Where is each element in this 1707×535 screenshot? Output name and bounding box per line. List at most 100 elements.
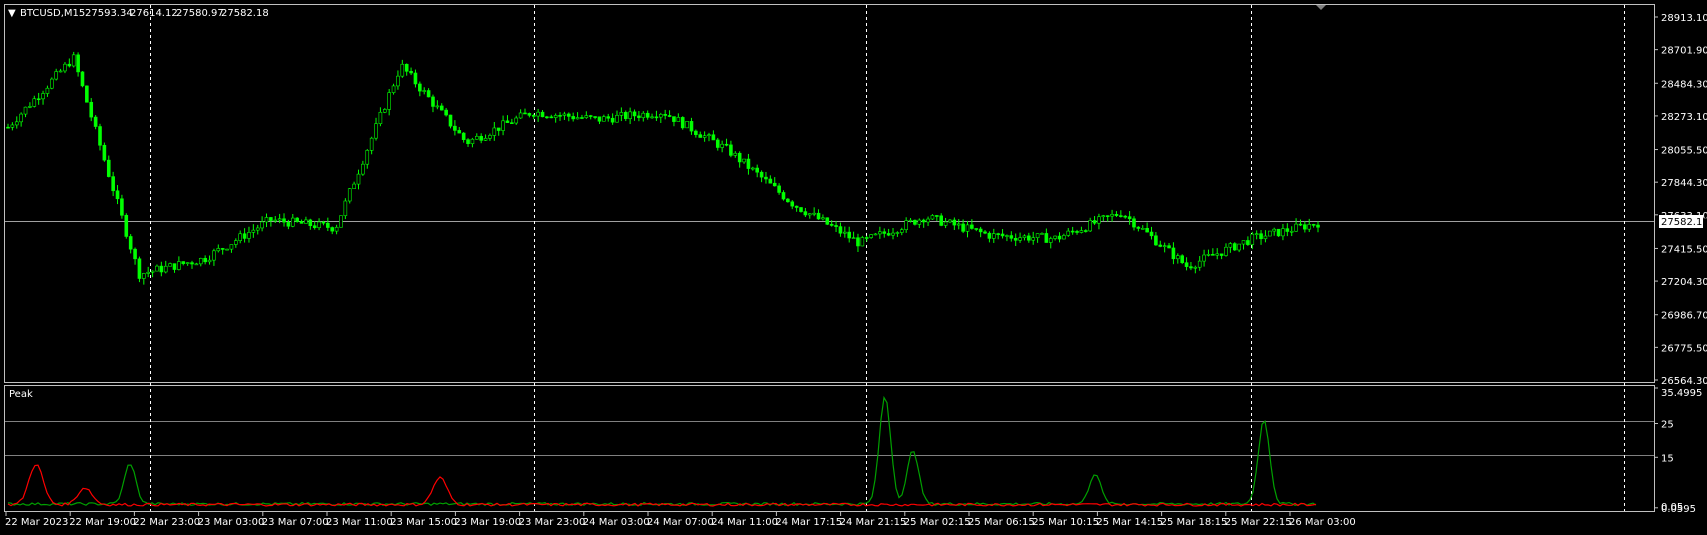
candle-body [273, 219, 278, 222]
candle-body [1259, 233, 1263, 240]
candle-body [382, 109, 387, 113]
candle-body [545, 116, 549, 119]
candle-body [457, 130, 462, 134]
candle-body [948, 219, 952, 223]
candle-body [610, 117, 615, 123]
candle-body [1162, 245, 1167, 247]
candle-body [1241, 240, 1246, 245]
candle-body [1232, 243, 1237, 251]
candle-body [98, 126, 102, 146]
candle-body [67, 63, 72, 67]
candle-body [177, 261, 181, 270]
candle-body [856, 237, 860, 247]
candle-body [961, 223, 965, 232]
candle-body [978, 228, 983, 233]
candle-body [299, 221, 304, 224]
candle-body [426, 90, 431, 98]
candle-body [878, 231, 882, 235]
candle-body [356, 173, 361, 185]
time-tick-label: 23 Mar 07:00 [262, 517, 329, 528]
candle-body [1005, 235, 1009, 237]
candle-body [120, 198, 124, 216]
candle-body [1303, 224, 1307, 230]
candle-body [597, 116, 602, 122]
candle-body [19, 113, 23, 123]
candle-body [277, 218, 282, 221]
candle-body [1246, 240, 1250, 245]
candle-body [251, 229, 256, 233]
time-tick-label: 24 Mar 03:00 [583, 517, 650, 528]
candle-body [755, 167, 759, 173]
symbol-label: BTCUSD,M15 [20, 8, 85, 19]
candle-body [584, 115, 589, 118]
candle-body [146, 271, 151, 274]
candle-body [672, 116, 676, 122]
candle-body [729, 144, 733, 156]
candle-body [991, 233, 996, 239]
candle-body [343, 200, 348, 216]
candle-body [1307, 224, 1312, 230]
candle-body [781, 192, 786, 200]
candle-body [768, 178, 773, 184]
candle-body [860, 237, 865, 247]
current-price-label: 27582.18 [1661, 217, 1707, 228]
candle-body [794, 205, 799, 208]
candle-body [264, 217, 269, 223]
price-tick-label: 27844.30 [1661, 178, 1707, 189]
candle-body [619, 112, 624, 116]
candle-body [1263, 235, 1268, 240]
candle-body [400, 63, 405, 77]
candle-body [694, 130, 698, 135]
trading-chart[interactable]: ▼ BTCUSD,M15 27593.34 27614.12 27580.97 … [0, 0, 1707, 535]
candle-body [435, 105, 440, 108]
candle-body [715, 139, 720, 148]
candle-body [89, 101, 94, 118]
candle-body [764, 176, 768, 180]
candle-body [198, 258, 203, 265]
price-tick-label: 27415.50 [1661, 244, 1707, 255]
candle-body [1311, 224, 1316, 226]
candle-body [926, 218, 930, 223]
candle-body [409, 71, 413, 74]
candle-body [1031, 237, 1036, 241]
candle-body [505, 120, 510, 123]
candle-body [36, 98, 41, 101]
candle-body [821, 217, 825, 220]
candle-body [1070, 230, 1075, 233]
candle-body [45, 87, 50, 94]
candle-body [1022, 235, 1027, 238]
candle-body [282, 218, 286, 223]
candle-body [1215, 253, 1220, 256]
candle-body [816, 212, 821, 220]
candle-body [1114, 214, 1119, 216]
candle-body [1123, 215, 1128, 218]
candle-body [772, 182, 777, 187]
candle-body [720, 143, 724, 148]
candle-body [483, 137, 488, 141]
time-tick-label: 25 Mar 10:15 [1032, 517, 1099, 528]
candle-body [1083, 230, 1088, 232]
candle-body [23, 106, 28, 115]
candle-body [10, 124, 15, 128]
candle-body [1009, 235, 1014, 239]
candle-body [1119, 215, 1123, 217]
candle-body [1145, 228, 1149, 233]
candle-body [1294, 223, 1298, 232]
candle-body [1202, 254, 1206, 262]
collapse-icon[interactable]: ▼ [8, 8, 16, 19]
time-tick-label: 25 Mar 02:15 [904, 517, 971, 528]
candle-body [1027, 235, 1031, 241]
time-tick-label: 24 Mar 21:15 [840, 517, 907, 528]
candle-body [474, 136, 479, 140]
candle-body [1075, 231, 1079, 233]
candle-body [970, 224, 974, 229]
time-tick-label: 24 Mar 11:00 [711, 517, 778, 528]
candle-body [404, 63, 409, 72]
candle-body [111, 176, 115, 192]
candle-body [369, 137, 374, 151]
candle-body [1088, 220, 1092, 232]
candle-body [1268, 230, 1272, 237]
candle-body [207, 259, 212, 263]
candle-body [549, 116, 554, 119]
candle-body [501, 120, 505, 131]
